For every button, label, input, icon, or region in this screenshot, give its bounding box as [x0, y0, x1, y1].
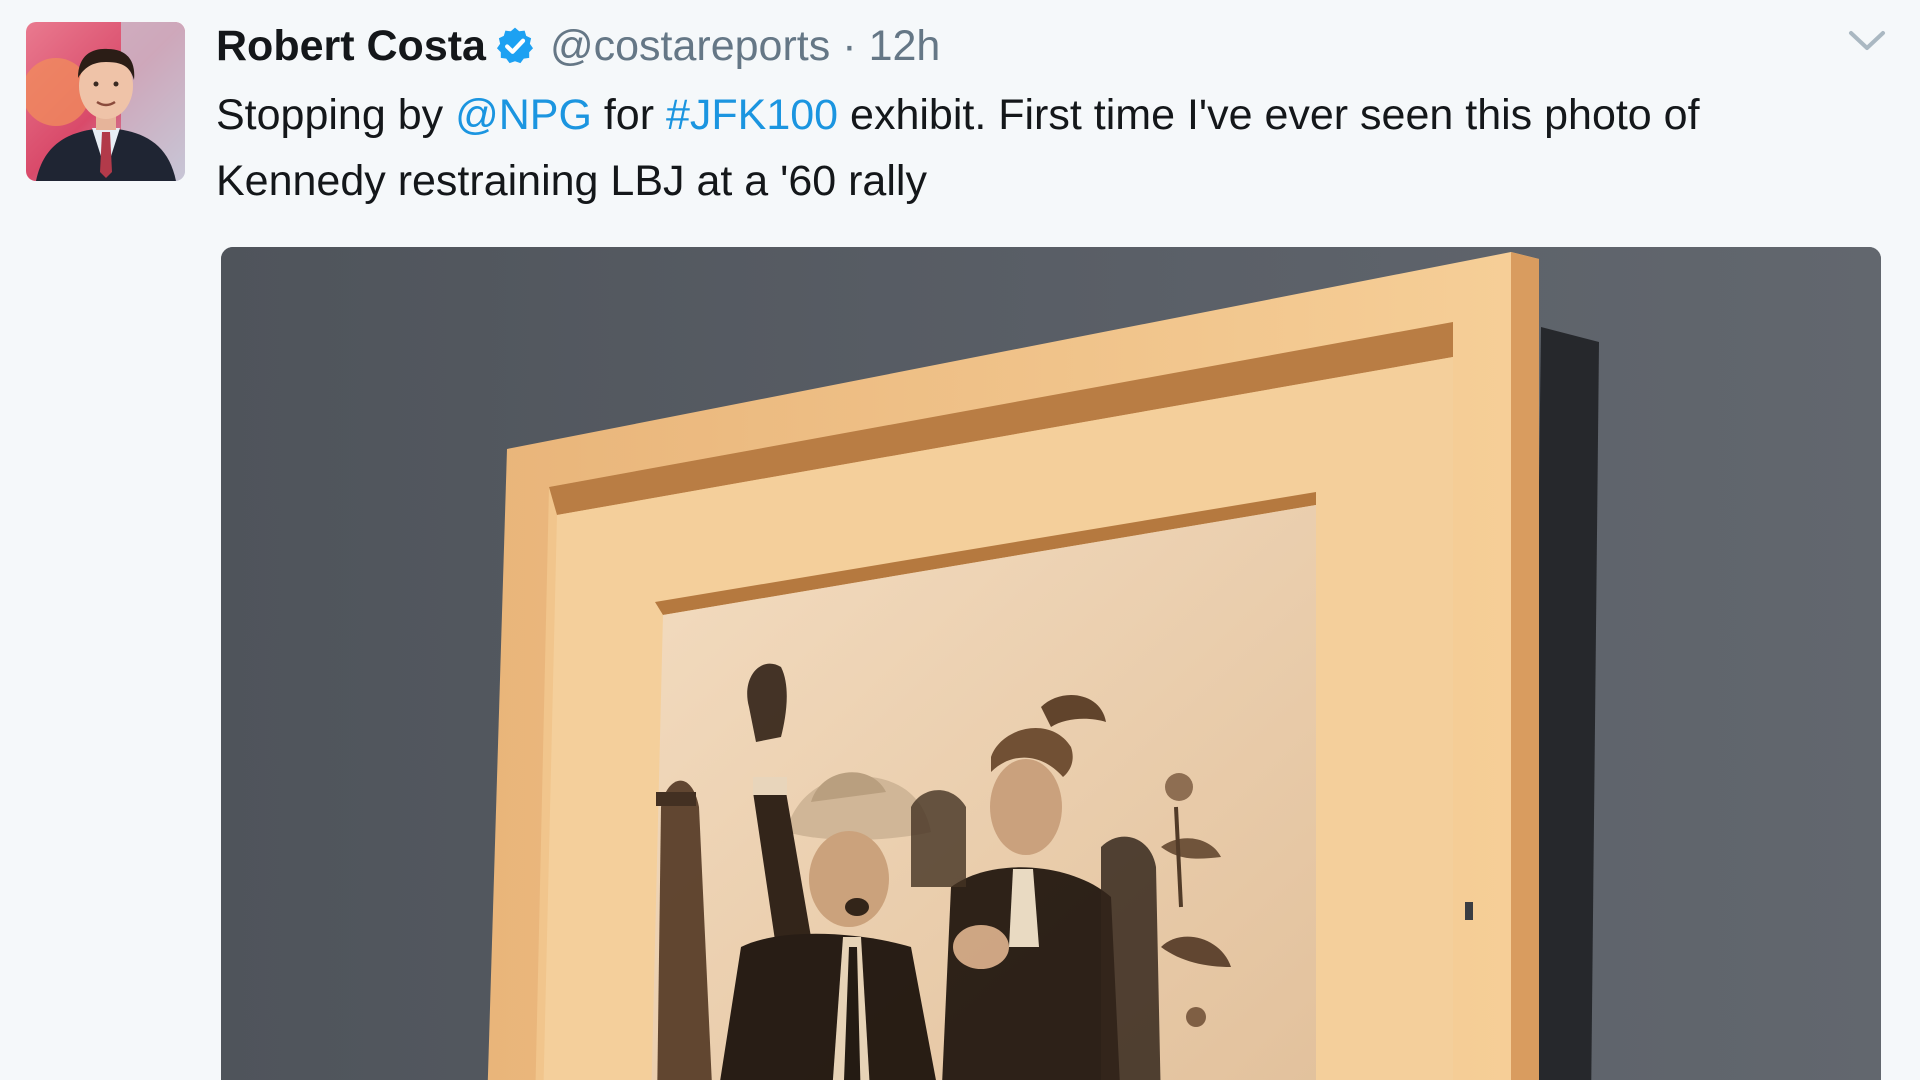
tweet: Robert Costa @costareports · 12h Stoppin… — [0, 0, 1920, 1080]
text-segment: Stopping by — [216, 91, 456, 139]
avatar[interactable] — [26, 22, 185, 181]
tweet-header: Robert Costa @costareports · 12h — [216, 18, 940, 74]
text-segment: exhibit. First time I've ever seen this … — [838, 91, 1700, 139]
tweet-text-line-2: Kennedy restraining LBJ at a '60 rally — [216, 157, 927, 205]
tweet-text: Stopping by @NPG for #JFK100 exhibit. Fi… — [216, 82, 1856, 214]
tweet-photo[interactable] — [221, 247, 1881, 1080]
chevron-down-icon[interactable] — [1846, 26, 1888, 56]
mention-link[interactable]: @NPG — [455, 91, 592, 139]
separator: · — [842, 21, 857, 70]
timestamp[interactable]: 12h — [869, 22, 941, 71]
handle[interactable]: @costareports — [550, 22, 830, 71]
display-name[interactable]: Robert Costa — [216, 22, 486, 71]
tweet-text-line-1: Stopping by @NPG for #JFK100 exhibit. Fi… — [216, 82, 1856, 148]
hashtag-link[interactable]: #JFK100 — [666, 91, 838, 139]
text-segment: for — [591, 91, 666, 139]
verified-badge-icon — [494, 25, 536, 67]
